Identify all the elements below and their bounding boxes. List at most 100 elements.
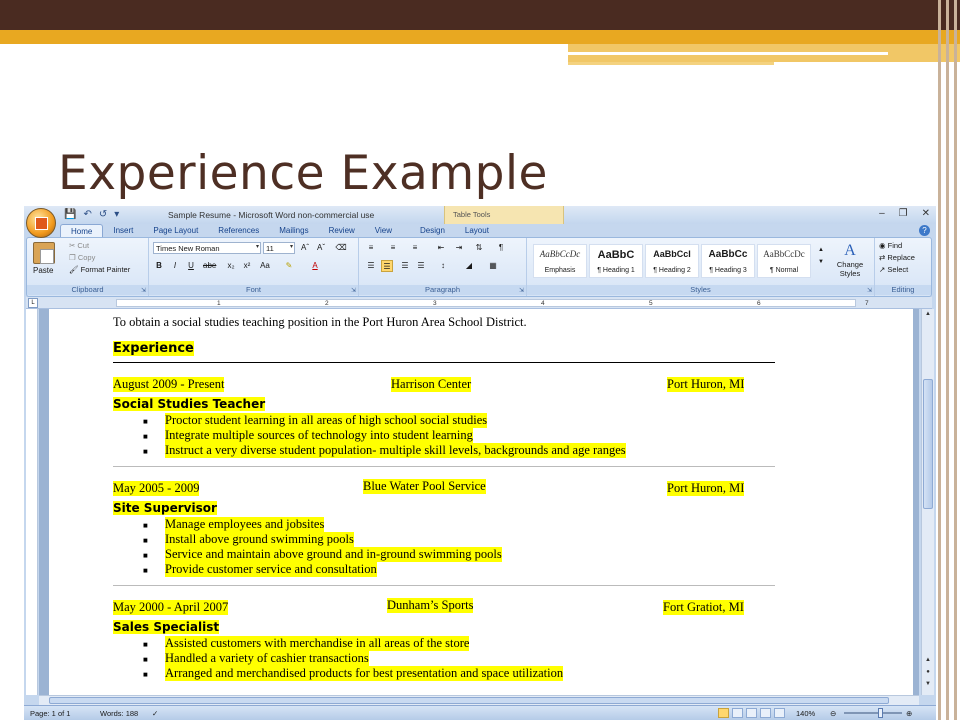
styles-scroll-down-icon[interactable]: ▼ [815, 256, 827, 268]
print-layout-icon[interactable] [718, 708, 729, 718]
align-center-icon[interactable]: ☰ [381, 260, 393, 272]
office-button[interactable] [26, 208, 56, 238]
find-button[interactable]: ◉ Find [879, 241, 902, 250]
outline-icon[interactable] [760, 708, 771, 718]
document-page[interactable]: To obtain a social studies teaching posi… [49, 309, 913, 695]
tab-selector-icon[interactable]: L [28, 298, 38, 308]
bullet-icon: ■ [143, 655, 148, 664]
borders-icon[interactable]: ▦ [487, 260, 499, 272]
next-page-icon[interactable]: ▼ [922, 681, 934, 687]
style-emphasis[interactable]: AaBbCcDc Emphasis [533, 244, 587, 278]
slide-top-band [0, 0, 960, 30]
zoom-out-icon[interactable]: ⊖ [830, 709, 836, 718]
format-painter-button[interactable]: 🖌 Format Painter [69, 265, 130, 274]
zoom-in-icon[interactable]: ⊕ [906, 709, 912, 718]
slide-edge-line [946, 0, 949, 720]
redo-icon[interactable]: ↺ [99, 209, 107, 220]
tab-design[interactable]: Design [410, 224, 455, 238]
vertical-scrollbar[interactable]: ▲ ▲ ● ▼ [921, 309, 934, 695]
grow-font-icon[interactable]: Aˆ [299, 242, 311, 254]
underline-icon[interactable]: U [185, 260, 197, 272]
replace-button[interactable]: ⇄ Replace [879, 253, 915, 262]
change-case-icon[interactable]: Aa [259, 260, 271, 272]
styles-scroll-up-icon[interactable]: ▲ [815, 244, 827, 256]
highlight-icon[interactable]: ✎ [283, 260, 295, 272]
tab-view[interactable]: View [365, 224, 402, 238]
bold-icon[interactable]: B [153, 260, 165, 272]
full-screen-reading-icon[interactable] [732, 708, 743, 718]
dialog-launcher-icon[interactable]: ⇲ [519, 287, 524, 294]
horizontal-scroll-thumb[interactable] [49, 697, 889, 704]
increase-indent-icon[interactable]: ⇥ [453, 242, 465, 254]
select-button[interactable]: ↗ Select [879, 265, 908, 274]
horizontal-scrollbar[interactable] [39, 695, 919, 705]
save-icon[interactable]: 💾 [64, 209, 76, 220]
paste-icon[interactable] [33, 242, 55, 264]
align-left-icon[interactable]: ☰ [365, 260, 377, 272]
tab-page-layout[interactable]: Page Layout [143, 224, 208, 238]
slide-edge-line [954, 0, 957, 720]
restore-icon[interactable]: ❐ [899, 208, 908, 219]
zoom-level[interactable]: 140% [796, 709, 815, 718]
cut-button[interactable]: ✂ Cut [69, 241, 89, 250]
minimize-icon[interactable]: – [879, 208, 885, 219]
shrink-font-icon[interactable]: Aˇ [315, 242, 327, 254]
bullets-icon[interactable]: ≡ [365, 242, 377, 254]
horizontal-ruler[interactable]: L 1 2 3 4 5 6 7 [26, 297, 932, 309]
font-color-icon[interactable]: A [309, 260, 321, 272]
font-size-combo[interactable]: 11 ▾ [263, 242, 295, 254]
italic-icon[interactable]: I [169, 260, 181, 272]
show-marks-icon[interactable]: ¶ [495, 242, 507, 254]
page-count[interactable]: Page: 1 of 1 [30, 709, 70, 718]
draft-icon[interactable] [774, 708, 785, 718]
select-browse-object-icon[interactable]: ● [922, 669, 934, 675]
tab-insert[interactable]: Insert [103, 224, 143, 238]
scroll-up-icon[interactable]: ▲ [922, 311, 934, 317]
scroll-thumb[interactable] [923, 379, 933, 509]
paste-button[interactable]: Paste [33, 266, 53, 275]
align-right-icon[interactable]: ☰ [399, 260, 411, 272]
font-name-combo[interactable]: Times New Roman ▾ [153, 242, 261, 254]
tab-layout[interactable]: Layout [455, 224, 499, 238]
subscript-icon[interactable]: x₂ [225, 260, 237, 272]
word-count[interactable]: Words: 188 [100, 709, 138, 718]
dialog-launcher-icon[interactable]: ⇲ [867, 287, 872, 294]
zoom-slider[interactable] [844, 712, 902, 714]
style-heading-1[interactable]: AaBbC ¶ Heading 1 [589, 244, 643, 278]
tab-home[interactable]: Home [60, 224, 104, 238]
undo-icon[interactable]: ↶ [83, 209, 91, 220]
vertical-ruler[interactable] [26, 309, 38, 695]
line-spacing-icon[interactable]: ↕ [437, 260, 449, 272]
web-layout-icon[interactable] [746, 708, 757, 718]
customize-qat-icon[interactable]: ▾ [114, 209, 119, 220]
editing-group: ◉ Find ⇄ Replace ↗ Select Editing [875, 238, 931, 296]
tab-mailings[interactable]: Mailings [269, 224, 318, 238]
decrease-indent-icon[interactable]: ⇤ [435, 242, 447, 254]
style-normal[interactable]: AaBbCcDc ¶ Normal [757, 244, 811, 278]
superscript-icon[interactable]: x² [241, 260, 253, 272]
dialog-launcher-icon[interactable]: ⇲ [141, 287, 146, 294]
strikethrough-icon[interactable]: abe [203, 260, 216, 272]
multilevel-list-icon[interactable]: ≡ [409, 242, 421, 254]
change-styles-button[interactable]: A Change Styles [833, 242, 867, 278]
tab-review[interactable]: Review [319, 224, 365, 238]
style-heading-3[interactable]: AaBbCc ¶ Heading 3 [701, 244, 755, 278]
dialog-launcher-icon[interactable]: ⇲ [351, 287, 356, 294]
previous-page-icon[interactable]: ▲ [922, 657, 934, 663]
clear-formatting-icon[interactable]: ⌫ [335, 242, 347, 254]
tab-references[interactable]: References [208, 224, 269, 238]
editing-group-label: Editing [875, 285, 931, 295]
help-icon[interactable]: ? [919, 225, 930, 236]
quick-access-toolbar: 💾 ↶ ↺ ▾ [64, 209, 119, 220]
replace-icon: ⇄ [879, 253, 886, 262]
copy-button[interactable]: ❐ Copy [69, 253, 95, 262]
zoom-slider-knob[interactable] [878, 708, 883, 718]
shading-icon[interactable]: ◢ [463, 260, 475, 272]
document-area[interactable]: To obtain a social studies teaching posi… [39, 309, 919, 695]
proofing-icon[interactable]: ✓ [152, 709, 158, 718]
justify-icon[interactable]: ☰ [415, 260, 427, 272]
sort-icon[interactable]: ⇅ [473, 242, 485, 254]
numbering-icon[interactable]: ≡ [387, 242, 399, 254]
style-heading-2[interactable]: AaBbCcI ¶ Heading 2 [645, 244, 699, 278]
close-icon[interactable]: ✕ [922, 208, 930, 219]
